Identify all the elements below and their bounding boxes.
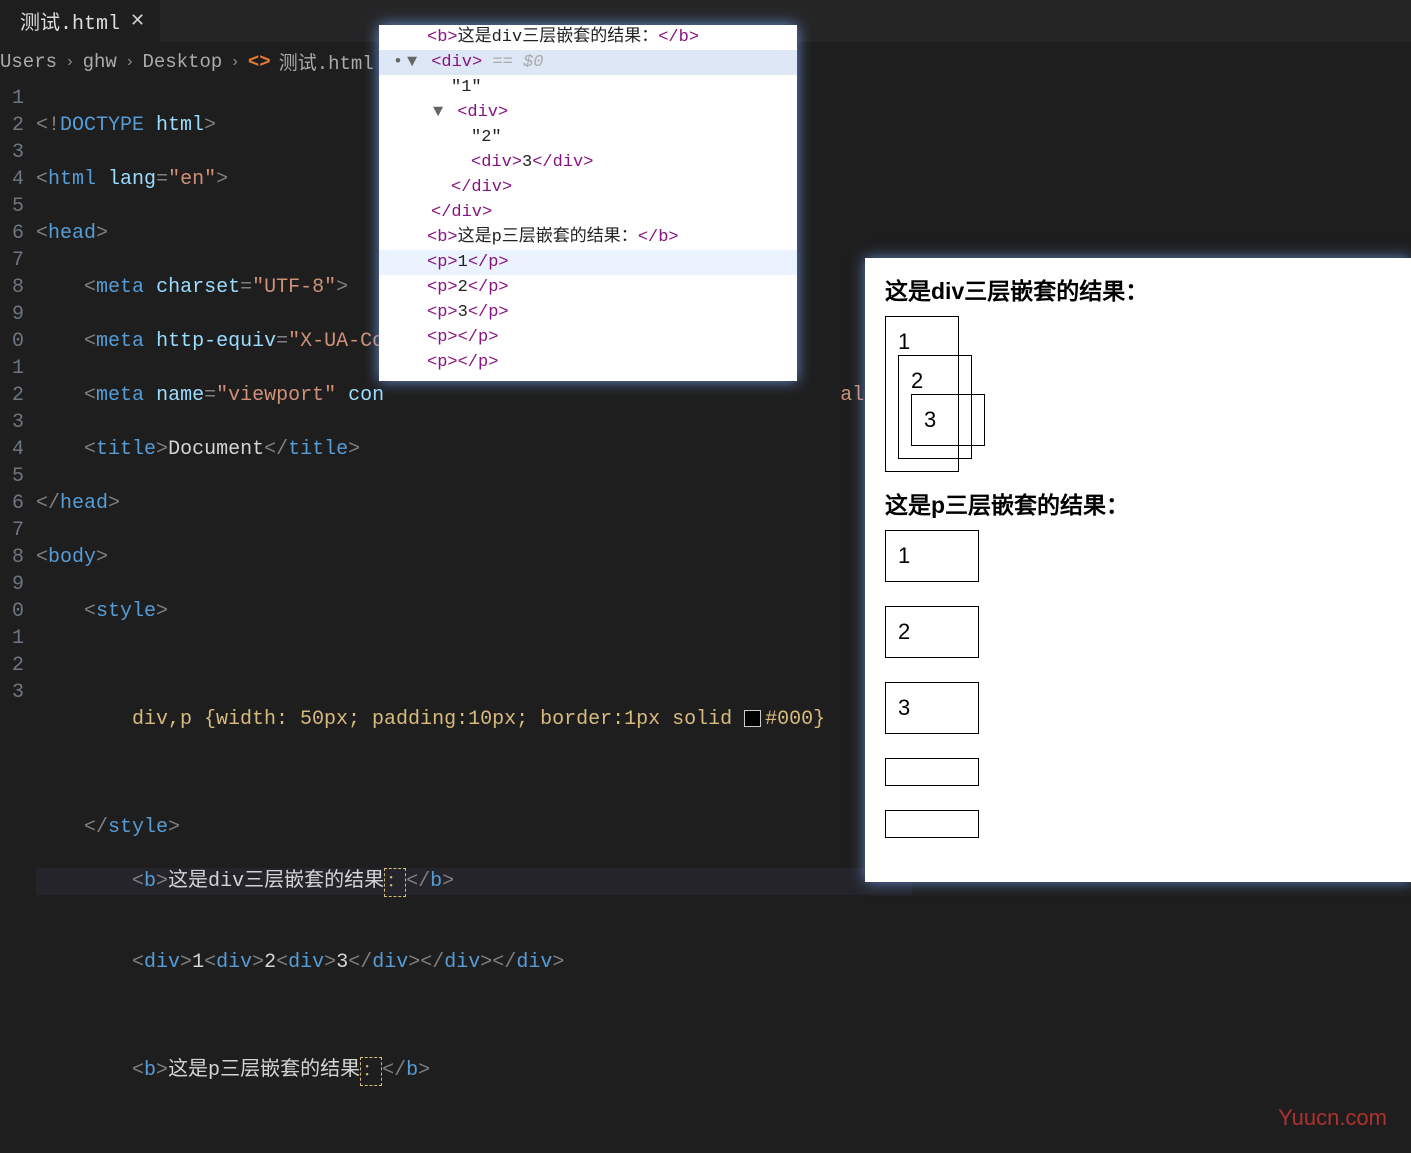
preview-heading: 这是div三层嵌套的结果： [885, 272, 1391, 306]
chevron-right-icon: › [230, 53, 240, 71]
preview-p-3: 3 [885, 682, 979, 734]
preview-div-2: 2 3 [898, 355, 972, 459]
close-icon[interactable]: ✕ [130, 10, 145, 32]
dom-node-hover[interactable]: <p>1</p> [379, 250, 797, 275]
preview-p-empty [885, 758, 979, 786]
nbsp-marker: ： [360, 1057, 382, 1086]
dom-node[interactable]: ▼ <div> [379, 100, 797, 125]
chevron-down-icon[interactable]: ▼ [407, 50, 421, 75]
bullet-icon: • [389, 50, 407, 75]
breadcrumb-item[interactable]: Users [0, 51, 57, 73]
chevron-right-icon: › [65, 53, 75, 71]
preview-heading: 这是p三层嵌套的结果： [885, 486, 1391, 520]
dom-node[interactable]: <b>这是p三层嵌套的结果：</b> [379, 225, 797, 250]
preview-p-1: 1 [885, 530, 979, 582]
dom-node[interactable]: <p>2</p> [379, 275, 797, 300]
dom-node[interactable]: <p>3</p> [379, 300, 797, 325]
preview-p-empty [885, 810, 979, 838]
dom-node[interactable]: <p></p> [379, 350, 797, 375]
breadcrumb-item[interactable]: 测试.html [279, 48, 374, 75]
preview-p-2: 2 [885, 606, 979, 658]
dom-text-node[interactable]: "2" [379, 125, 797, 150]
file-html-icon: <> [248, 51, 271, 73]
preview-div-3: 3 [911, 394, 985, 446]
nbsp-marker: ： [384, 868, 406, 897]
breadcrumb-item[interactable]: Desktop [142, 51, 222, 73]
dom-node[interactable]: <p></p> [379, 325, 797, 350]
dom-node[interactable]: <div>3</div> [379, 150, 797, 175]
dom-text-node[interactable]: "1" [379, 75, 797, 100]
devtools-elements-panel[interactable]: <b>这是div三层嵌套的结果：</b> •▼ <div> == $0 "1" … [379, 25, 797, 381]
dom-node-selected[interactable]: •▼ <div> == $0 [379, 50, 797, 75]
tab-title: 测试.html [20, 6, 120, 36]
tab-file[interactable]: 测试.html ✕ [0, 0, 160, 44]
dom-node[interactable]: </div> [379, 175, 797, 200]
watermark: Yuucn.com [1278, 1105, 1387, 1131]
browser-preview: 这是div三层嵌套的结果： 1 2 3 这是p三层嵌套的结果： 1 2 3 [865, 258, 1411, 882]
chevron-right-icon: › [125, 53, 135, 71]
color-swatch [744, 710, 761, 727]
dom-node[interactable]: </div> [379, 200, 797, 225]
preview-div-1: 1 2 3 [885, 316, 959, 472]
line-number-gutter: 1234 5678 9012 3456 7890 123 [0, 85, 36, 1153]
chevron-down-icon[interactable]: ▼ [433, 100, 447, 125]
dom-node[interactable]: <b>这是div三层嵌套的结果：</b> [379, 25, 797, 50]
breadcrumb-item[interactable]: ghw [83, 51, 117, 73]
